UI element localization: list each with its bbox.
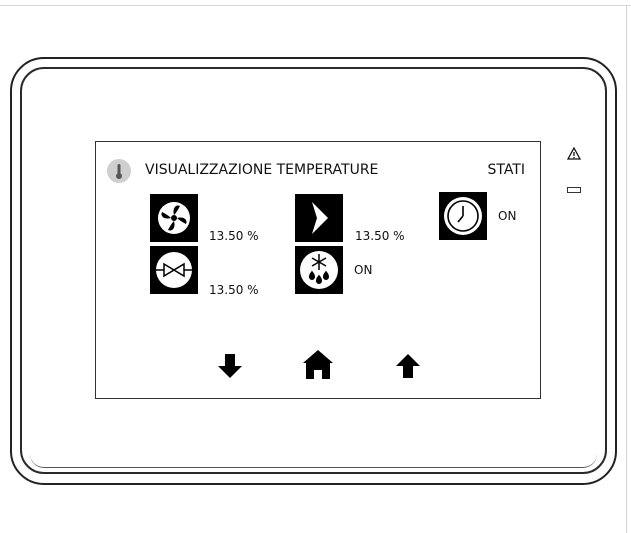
valve-value: 13.50 %: [209, 283, 259, 297]
fan-icon[interactable]: [150, 194, 198, 242]
top-divider: [0, 5, 631, 6]
screen-header: VISUALIZZAZIONE TEMPERATURE STATI: [107, 157, 527, 187]
device-bottom-bevel: [30, 454, 597, 468]
thermometer-icon: [107, 159, 131, 183]
clock-icon[interactable]: [439, 192, 487, 240]
damper-value: 13.50 %: [355, 229, 405, 243]
fan-value: 13.50 %: [209, 229, 259, 243]
section-label-stati: STATI: [487, 162, 525, 178]
status-led: [567, 187, 581, 193]
warning-triangle-icon: [566, 146, 582, 160]
valve-icon[interactable]: [150, 246, 198, 294]
defrost-value: ON: [354, 263, 373, 277]
timer-value: ON: [498, 209, 517, 223]
damper-chevron-icon[interactable]: [295, 194, 343, 242]
arrow-up-icon[interactable]: [391, 350, 425, 382]
defrost-snowflake-icon[interactable]: [295, 246, 343, 294]
arrow-down-icon[interactable]: [213, 350, 247, 382]
page-title: VISUALIZZAZIONE TEMPERATURE: [145, 162, 379, 178]
right-divider: [626, 5, 627, 533]
home-icon[interactable]: [301, 348, 335, 380]
